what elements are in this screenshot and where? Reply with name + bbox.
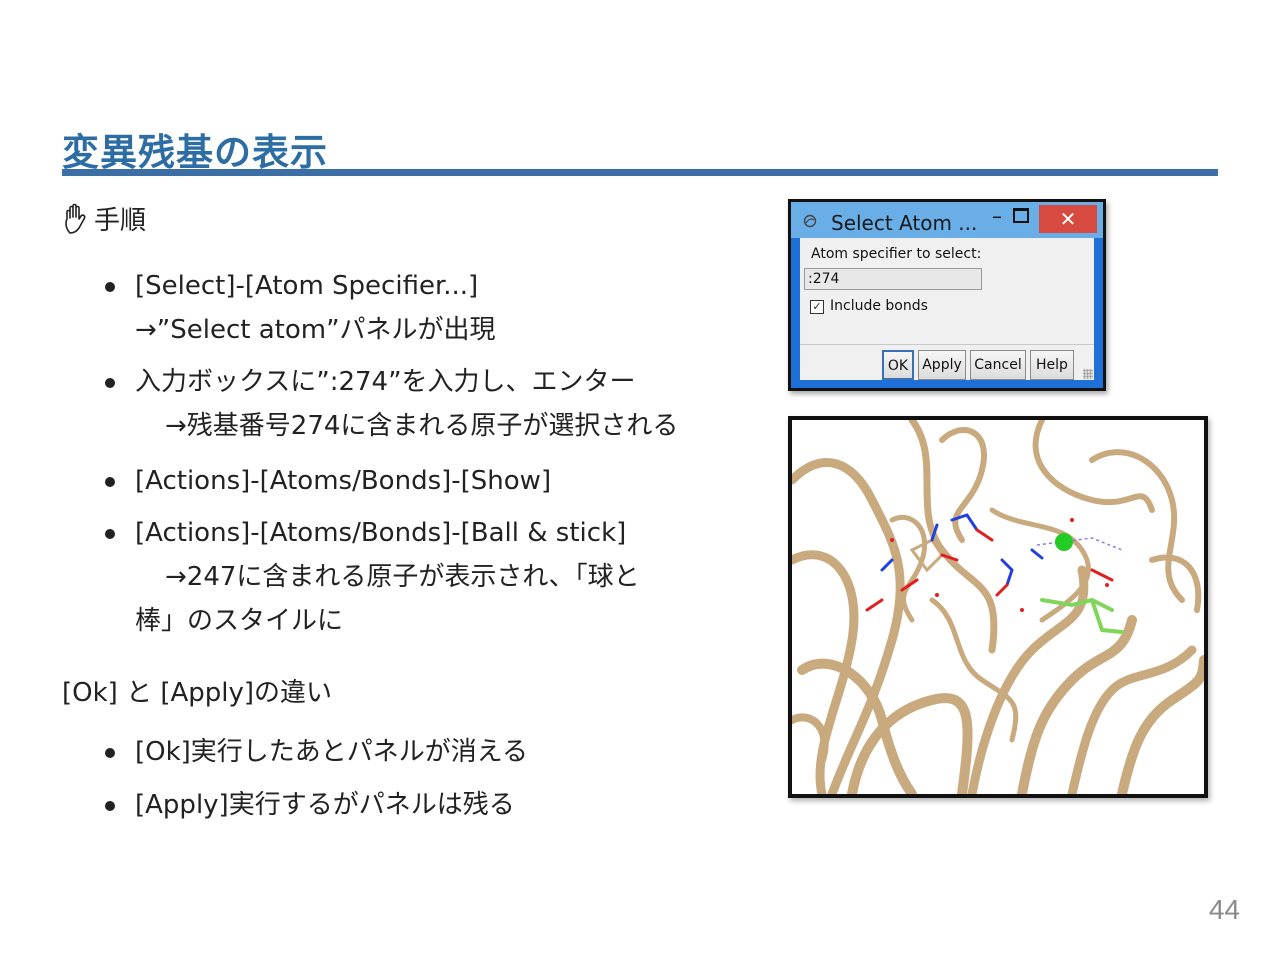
ok-button[interactable]: OK: [882, 350, 914, 380]
difference-heading: [Ok] と [Apply]の違い: [62, 678, 333, 708]
atom-spec-input[interactable]: :274: [804, 268, 982, 290]
maximize-button[interactable]: [1013, 208, 1029, 223]
slide-title: 変異残基の表示: [62, 131, 328, 174]
protein-ribbon-render: [792, 420, 1204, 794]
difference-item: [Ok]実行したあとパネルが消える: [104, 730, 529, 774]
step-result: →”Select atom”パネルが出現: [135, 315, 496, 345]
dialog-separator: [800, 344, 1094, 345]
cancel-button[interactable]: Cancel: [970, 350, 1026, 380]
close-button[interactable]: ✕: [1039, 205, 1097, 233]
step-result: →残基番号274に含まれる原子が選択される: [165, 411, 679, 441]
step-result: →247に含まれる原子が表示され、「球と: [165, 562, 640, 592]
step-item: [Actions]-[Atoms/Bonds]-[Show]: [104, 459, 552, 503]
hand-icon: [65, 203, 86, 234]
step-text: [Actions]-[Atoms/Bonds]-[Show]: [135, 466, 552, 496]
select-atom-dialog: Select Atom ... – ✕ Atom specifier to se…: [788, 199, 1106, 391]
protein-structure-image: [788, 416, 1208, 798]
difference-item: [Apply]実行するがパネルは残る: [105, 783, 515, 827]
step-item: 入力ボックスに”:274”を入力し、エンター →残基番号274に含まれる原子が選…: [104, 360, 679, 448]
dialog-titlebar[interactable]: Select Atom ... – ✕: [791, 202, 1103, 238]
title-divider: [62, 169, 1218, 176]
apply-button[interactable]: Apply: [918, 350, 966, 380]
difference-text: [Ok]実行したあとパネルが消える: [135, 737, 529, 767]
step-text: [Select]-[Atom Specifier...]: [135, 271, 479, 301]
procedure-heading-text: 手順: [94, 206, 147, 236]
step-item: [Select]-[Atom Specifier...] →”Select at…: [105, 264, 496, 352]
resize-grip[interactable]: [1083, 369, 1093, 379]
minimize-button[interactable]: –: [985, 204, 1009, 228]
include-bonds-label: Include bonds: [830, 298, 928, 314]
atom-spec-label: Atom specifier to select:: [811, 246, 982, 262]
step-item: [Actions]-[Atoms/Bonds]-[Ball & stick] →…: [105, 511, 640, 643]
chimera-app-icon: [803, 214, 817, 228]
dialog-title: Select Atom ...: [831, 211, 978, 235]
step-text: 入力ボックスに”:274”を入力し、エンター: [135, 367, 636, 397]
step-result-cont: 棒」のスタイルに: [135, 606, 344, 636]
difference-text: [Apply]実行するがパネルは残る: [135, 790, 515, 820]
procedure-heading: 手順: [62, 200, 146, 237]
dialog-body: Atom specifier to select: :274 ✓ Include…: [800, 238, 1094, 380]
help-button[interactable]: Help: [1030, 350, 1074, 380]
include-bonds-checkbox[interactable]: ✓: [810, 300, 824, 314]
step-text: [Actions]-[Atoms/Bonds]-[Ball & stick]: [135, 518, 627, 548]
page-number: 44: [1208, 894, 1240, 925]
